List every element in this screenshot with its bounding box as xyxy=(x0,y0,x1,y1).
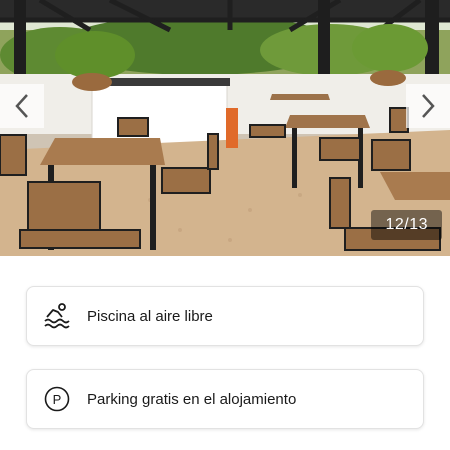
photo-carousel[interactable]: 12/13 xyxy=(0,0,450,256)
amenity-label: Piscina al aire libre xyxy=(87,307,213,325)
amenity-label: Parking gratis en el alojamiento xyxy=(87,390,297,408)
photo-counter: 12/13 xyxy=(371,210,442,240)
chevron-right-icon xyxy=(422,94,435,118)
amenity-card-pool[interactable]: Piscina al aire libre xyxy=(26,286,424,346)
svg-text:P: P xyxy=(53,392,62,407)
next-photo-button[interactable] xyxy=(406,84,450,128)
parking-icon: P xyxy=(27,369,87,429)
amenity-card-parking[interactable]: P Parking gratis en el alojamiento xyxy=(26,369,424,429)
previous-photo-button[interactable] xyxy=(0,84,44,128)
pool-icon xyxy=(27,286,87,346)
chevron-left-icon xyxy=(15,94,28,118)
